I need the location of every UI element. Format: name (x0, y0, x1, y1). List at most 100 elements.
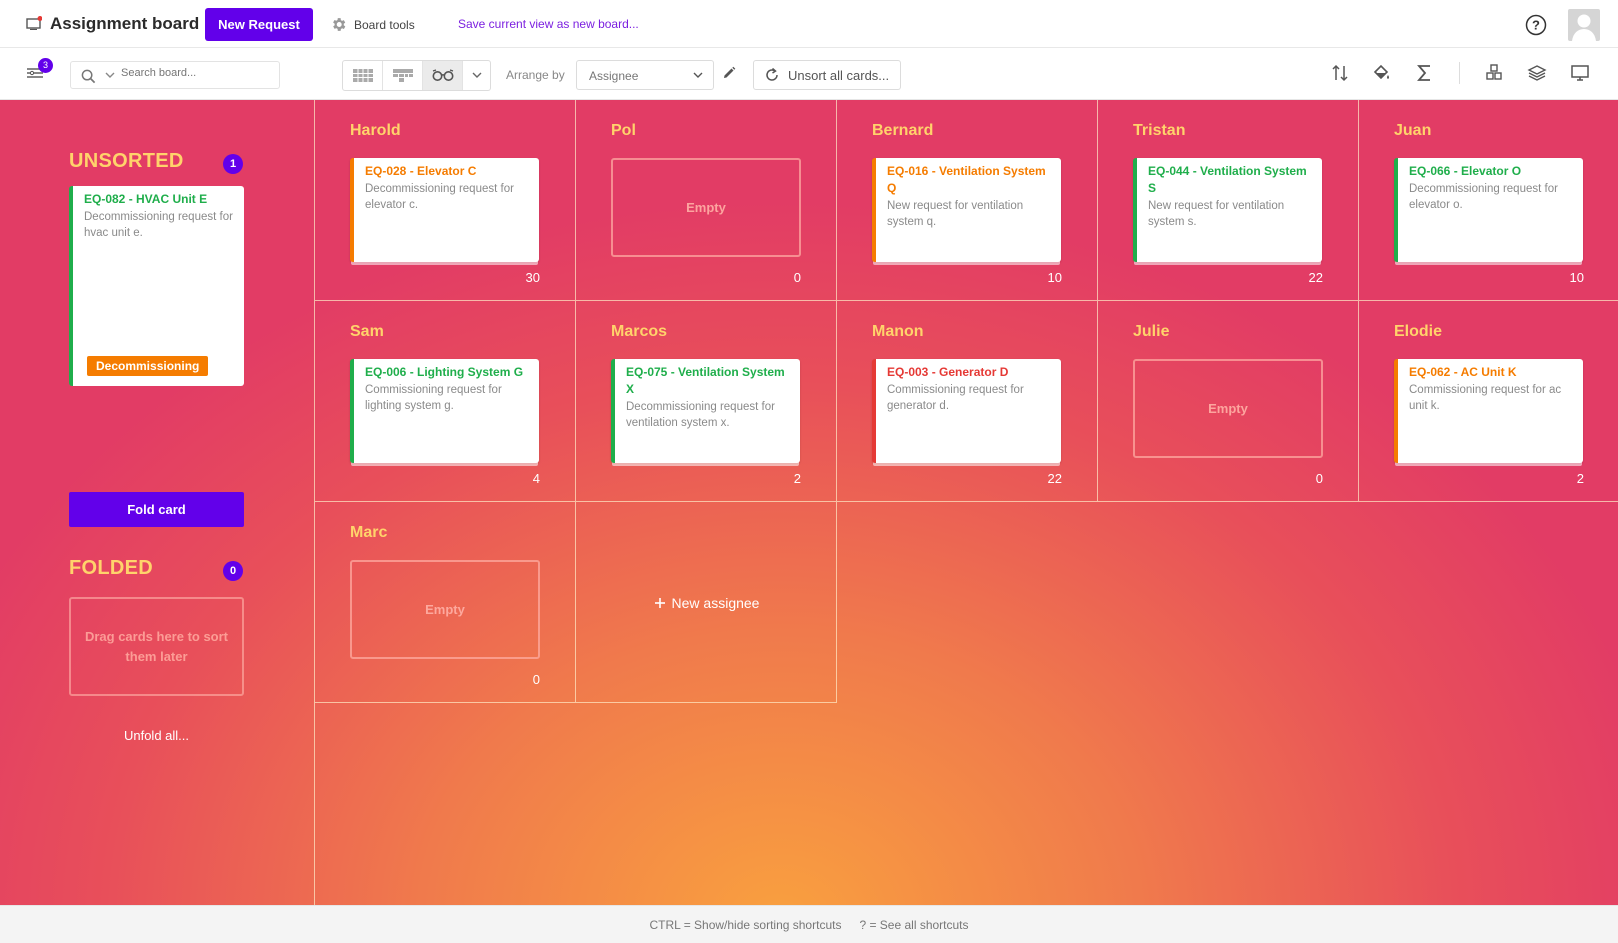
sigma-icon[interactable] (1415, 63, 1435, 83)
arrange-by-value: Assignee (589, 69, 639, 83)
card-count: 4 (532, 471, 540, 486)
card-description: Decommissioning request for elevator c. (365, 183, 514, 211)
chevron-down-icon[interactable] (105, 72, 115, 79)
assignee-name[interactable]: Pol (611, 122, 636, 140)
arrange-by-select[interactable]: Assignee (576, 60, 714, 90)
card-title: EQ-066 - Elevator O (1409, 164, 1522, 178)
new-request-button[interactable]: New Request (205, 8, 313, 41)
card-count: 0 (1315, 471, 1323, 486)
monitor-icon[interactable] (1570, 63, 1590, 83)
unsort-all-label: Unsort all cards... (788, 67, 890, 83)
top-bar: Assignment board New Request Board tools… (0, 0, 1618, 48)
card-description: New request for ventilation system q. (887, 200, 1024, 228)
new-assignee-button[interactable]: New assignee (576, 502, 837, 703)
assignee-cell: Elodie EQ-062 - AC Unit K Commissioning re… (1359, 301, 1618, 502)
request-card[interactable]: EQ-006 - Lighting System G Commissioning … (350, 359, 539, 463)
card-title: EQ-006 - Lighting System G (365, 365, 524, 379)
card-count: 2 (1576, 471, 1584, 486)
new-assignee-cell: New assignee (576, 502, 837, 703)
app-title: Assignment board (50, 14, 200, 33)
plus-icon (654, 597, 665, 608)
assignee-cell: Pol Empty 0 (576, 100, 837, 301)
assignee-name[interactable]: Elodie (1394, 323, 1442, 341)
search-box[interactable] (70, 61, 280, 89)
layers-icon[interactable] (1527, 63, 1547, 83)
folded-title: FOLDED (69, 557, 154, 579)
request-card[interactable]: EQ-062 - AC Unit K Commissioning request … (1394, 359, 1583, 463)
card-title: EQ-075 - Ventilation System X (626, 365, 785, 396)
request-card[interactable]: EQ-003 - Generator D Commissioning reques… (872, 359, 1061, 463)
card-title: EQ-016 - Ventilation System Q (887, 164, 1046, 195)
fold-card-button[interactable]: Fold card (69, 492, 244, 527)
kanban-view-button[interactable] (383, 61, 423, 90)
filter-count-badge: 3 (38, 58, 53, 73)
assignee-cell: Marc Empty 0 (315, 502, 576, 703)
new-assignee-label: New assignee (671, 594, 760, 611)
grid-view-button[interactable] (423, 61, 463, 90)
empty-drop-zone[interactable]: Empty (350, 560, 540, 659)
empty-drop-zone[interactable]: Empty (611, 158, 801, 257)
assignee-name[interactable]: Harold (350, 122, 401, 140)
assignee-name[interactable]: Marc (350, 524, 387, 542)
unsort-all-button[interactable]: Unsort all cards... (753, 60, 901, 90)
card-description: Decommissioning request for elevator o. (1409, 183, 1558, 211)
sort-icon[interactable] (1330, 63, 1350, 83)
card-title: EQ-044 - Ventilation System S (1148, 164, 1307, 195)
sort-sidebar: UNSORTED 1 EQ-082 - HVAC Unit E Decommis… (0, 100, 315, 905)
assignee-name[interactable]: Juan (1394, 122, 1431, 140)
folded-drop-zone[interactable]: Drag cards here to sort them later (69, 597, 244, 696)
cubes-icon[interactable] (1484, 63, 1504, 83)
request-card[interactable]: EQ-028 - Elevator C Decommissioning reque… (350, 158, 539, 262)
shortcut-hint-all: ? = See all shortcuts (859, 917, 969, 932)
assignee-cell: Harold EQ-028 - Elevator C Decommissioning… (315, 100, 576, 301)
unsorted-count-badge: 1 (223, 154, 243, 174)
assignee-name[interactable]: Julie (1133, 323, 1169, 341)
card-description: New request for ventilation system s. (1148, 200, 1285, 228)
board-icon (26, 16, 42, 30)
board-tools-button[interactable]: Board tools (330, 16, 415, 33)
save-view-link[interactable]: Save current view as new board... (458, 17, 639, 31)
assignee-name[interactable]: Bernard (872, 122, 933, 140)
unfold-all-link[interactable]: Unfold all... (69, 728, 244, 743)
assignee-cell: Marcos EQ-075 - Ventilation System X Decom… (576, 301, 837, 502)
assignee-name[interactable]: Manon (872, 323, 924, 341)
empty-drop-zone[interactable]: Empty (1133, 359, 1323, 458)
card-count: 22 (1047, 471, 1062, 486)
table-view-button[interactable] (343, 61, 383, 90)
request-card[interactable]: EQ-016 - Ventilation System Q New request… (872, 158, 1061, 262)
request-card[interactable]: EQ-066 - Elevator O Decommissioning reque… (1394, 158, 1583, 262)
arrange-by-label: Arrange by (506, 68, 565, 82)
assignee-name[interactable]: Tristan (1133, 122, 1185, 140)
search-input[interactable] (121, 67, 271, 79)
paint-bucket-icon[interactable] (1372, 63, 1392, 83)
assignee-name[interactable]: Sam (350, 323, 384, 341)
card-description: Commissioning request for generator d. (887, 384, 1024, 412)
card-count: 30 (525, 270, 540, 285)
request-card[interactable]: EQ-044 - Ventilation System S New request… (1133, 158, 1322, 262)
card-count: 22 (1308, 270, 1323, 285)
status-badge: Decommissioning (87, 356, 209, 376)
search-icon (81, 69, 96, 84)
assignee-name[interactable]: Marcos (611, 323, 667, 341)
card-count: 2 (793, 471, 801, 486)
view-switcher (342, 60, 491, 91)
card-description: Commissioning request for ac unit k. (1409, 384, 1562, 412)
avatar[interactable] (1568, 9, 1600, 41)
unsorted-card[interactable]: EQ-082 - HVAC Unit E Decommissioning req… (69, 186, 244, 386)
assignee-cell: Manon EQ-003 - Generator D Commissioning r… (837, 301, 1098, 502)
folded-count-badge: 0 (223, 561, 243, 581)
request-card[interactable]: EQ-075 - Ventilation System X Decommissio… (611, 359, 800, 463)
help-icon[interactable]: ? (1525, 14, 1547, 36)
unsorted-title: UNSORTED (69, 150, 184, 172)
gear-icon (333, 18, 346, 31)
chevron-down-icon (693, 72, 703, 78)
view-dropdown-button[interactable] (463, 61, 490, 90)
svg-text:?: ? (1532, 18, 1540, 33)
assignee-cell: Juan EQ-066 - Elevator O Decommissioning r… (1359, 100, 1618, 301)
toolbar-divider (1459, 62, 1460, 84)
assignee-cell: Sam EQ-006 - Lighting System G Commissioni… (315, 301, 576, 502)
card-count: 0 (532, 672, 540, 687)
card-count: 10 (1047, 270, 1062, 285)
refresh-icon (766, 67, 778, 81)
pencil-icon[interactable] (722, 66, 736, 80)
